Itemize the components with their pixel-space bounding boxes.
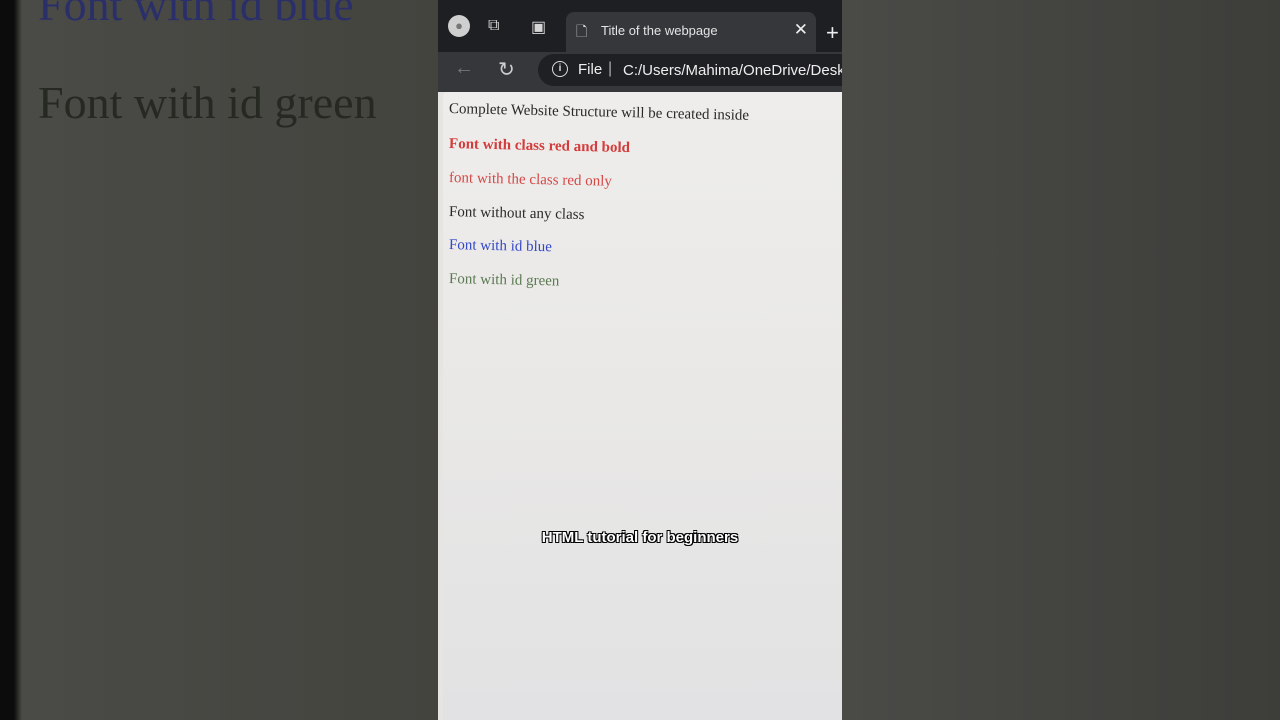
- back-arrow-icon[interactable]: ←: [454, 57, 474, 80]
- green-text: Font with id green: [448, 271, 560, 290]
- workspaces-icon[interactable]: ⧉: [488, 17, 499, 35]
- tab-actions-icon[interactable]: ▣: [531, 17, 546, 37]
- address-bar[interactable]: i File | C:/Users/Mahima/OneDrive/Deskto: [538, 54, 842, 86]
- browser-tab[interactable]: 🗋 Title of the webpage ✕: [566, 12, 816, 52]
- new-tab-button[interactable]: +: [826, 22, 839, 44]
- blurred-background-right: [842, 0, 1280, 720]
- browser-toolbar: ← ↻ i File | C:/Users/Mahima/OneDrive/De…: [438, 52, 842, 92]
- red-text: font with the class red only: [448, 170, 613, 190]
- blurred-background-left: Font with id blue Font with id green: [0, 0, 438, 720]
- info-icon[interactable]: i: [552, 61, 568, 77]
- close-tab-icon[interactable]: ✕: [794, 20, 808, 40]
- profile-avatar-icon[interactable]: ●: [448, 15, 470, 37]
- reload-icon[interactable]: ↻: [498, 57, 515, 82]
- heading-text: Complete Website Structure will be creat…: [448, 101, 750, 124]
- browser-tab-bar: ● ⧉ ▣ 🗋 Title of the webpage ✕ +: [438, 0, 842, 52]
- blue-text: Font with id blue: [448, 237, 553, 256]
- video-frame: ● ⧉ ▣ 🗋 Title of the webpage ✕ + ← ↻ i F…: [438, 0, 842, 720]
- file-scheme-label: File: [578, 61, 603, 78]
- divider: |: [608, 60, 613, 77]
- red-bold-text: Font with class red and bold: [448, 136, 631, 157]
- page-file-icon: 🗋: [576, 23, 588, 39]
- background-text-blue: Font with id blue: [38, 0, 354, 30]
- background-text-green: Font with id green: [38, 77, 377, 128]
- tab-title: Title of the webpage: [601, 23, 718, 38]
- page-content: Complete Website Structure will be creat…: [443, 92, 842, 720]
- url-text[interactable]: C:/Users/Mahima/OneDrive/Deskto: [623, 62, 842, 79]
- plain-text: Font without any class: [448, 204, 585, 224]
